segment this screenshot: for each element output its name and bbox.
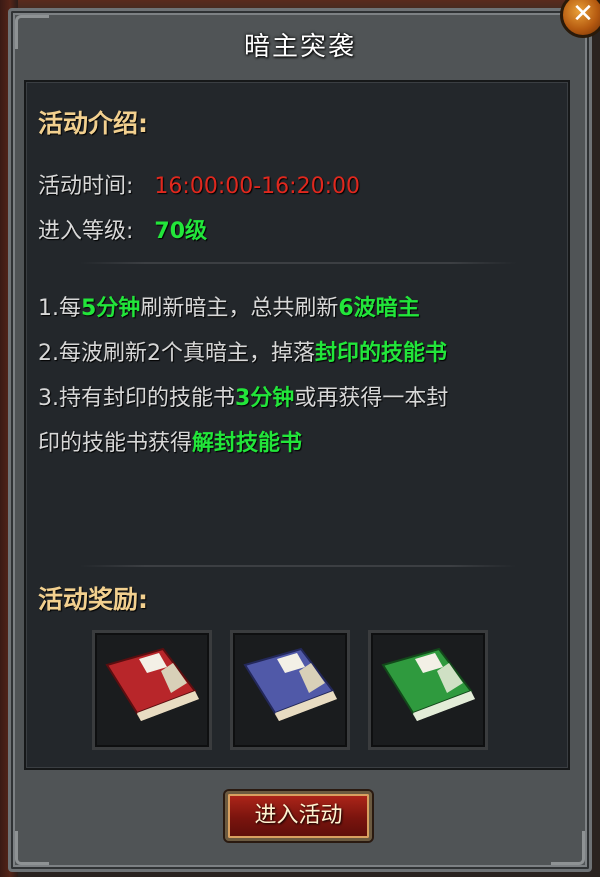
activity-time-value: 16:00:00-16:20:00	[154, 174, 360, 199]
rule-text: 或再获得一本封	[294, 386, 449, 411]
intro-heading: 活动介绍:	[38, 109, 148, 138]
rule-line: 3.持有封印的技能书3分钟或再获得一本封	[38, 380, 448, 412]
section-divider	[80, 565, 516, 567]
rule-text: 印的技能书获得	[38, 431, 193, 456]
rule-text: 2.每波刷新2个真暗主，掉落	[38, 341, 315, 366]
enter-activity-button[interactable]: 进入活动	[225, 791, 372, 841]
activity-time-label: 活动时间:	[38, 174, 134, 199]
rule-highlight: 6波暗主	[338, 296, 420, 321]
rewards-heading: 活动奖励:	[38, 585, 148, 614]
rule-line: 印的技能书获得解封技能书	[38, 425, 302, 457]
rule-line: 2.每波刷新2个真暗主，掉落封印的技能书	[38, 335, 447, 367]
rule-text: 1.每	[38, 296, 81, 321]
entry-level-label: 进入等级:	[38, 219, 134, 244]
rule-highlight: 解封技能书	[192, 431, 303, 456]
reward-slot[interactable]	[368, 630, 488, 750]
rule-highlight: 封印的技能书	[315, 341, 448, 366]
reward-slot[interactable]	[230, 630, 350, 750]
entry-level-row: 进入等级: 70级	[38, 213, 207, 245]
entry-level-value: 70级	[154, 219, 208, 244]
close-icon: ✕	[572, 0, 594, 29]
rule-text: 3.持有封印的技能书	[38, 386, 235, 411]
activity-time-row: 活动时间: 16:00:00-16:20:00	[38, 168, 360, 200]
section-divider	[80, 262, 516, 264]
green-skill-book-icon	[381, 647, 475, 721]
reward-slot[interactable]	[92, 630, 212, 750]
blue-skill-book-icon	[243, 647, 337, 721]
rule-line: 1.每5分钟刷新暗主，总共刷新6波暗主	[38, 290, 420, 322]
rule-highlight: 5分钟	[81, 296, 141, 321]
frame-corner-ornament	[551, 831, 585, 865]
rule-highlight: 3分钟	[235, 386, 295, 411]
frame-corner-ornament	[15, 831, 49, 865]
red-skill-book-icon	[105, 647, 199, 721]
rule-text: 刷新暗主，总共刷新	[140, 296, 339, 321]
dialog-header: 暗主突袭	[20, 22, 580, 72]
dialog-title: 暗主突袭	[243, 32, 356, 62]
